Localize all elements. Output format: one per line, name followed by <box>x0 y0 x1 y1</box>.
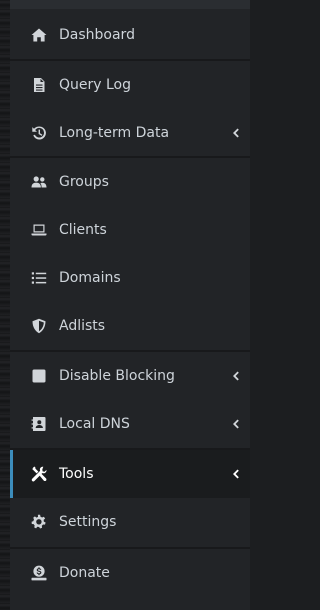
stop-square-icon <box>30 367 48 385</box>
sidebar-item-donate[interactable]: Donate <box>10 549 250 597</box>
sidebar-item-long-term-data[interactable]: Long-term Data <box>10 109 250 157</box>
sidebar-item-local-dns[interactable]: Local DNS <box>10 400 250 448</box>
file-icon <box>30 76 48 94</box>
tools-icon <box>30 465 48 483</box>
sidebar-item-label: Local DNS <box>59 416 130 432</box>
sidebar-item-label: Domains <box>59 270 121 286</box>
sidebar-item-label: Long-term Data <box>59 125 170 141</box>
sidebar-item-clients[interactable]: Clients <box>10 206 250 254</box>
sidebar-item-query-log[interactable]: Query Log <box>10 61 250 109</box>
history-icon <box>30 124 48 142</box>
chevron-left-icon <box>230 128 240 138</box>
active-indicator <box>10 450 13 498</box>
background-texture <box>0 0 10 610</box>
shield-icon <box>30 317 48 335</box>
home-icon <box>30 26 48 44</box>
sidebar-item-disable-blocking[interactable]: Disable Blocking <box>10 352 250 400</box>
sidebar-top-strip <box>10 0 250 9</box>
sidebar-item-dashboard[interactable]: Dashboard <box>10 11 250 59</box>
donate-icon <box>30 564 48 582</box>
sidebar-item-domains[interactable]: Domains <box>10 254 250 302</box>
gear-icon <box>30 513 48 531</box>
list-icon <box>30 269 48 287</box>
sidebar-item-settings[interactable]: Settings <box>10 498 250 546</box>
chevron-left-icon <box>230 371 240 381</box>
laptop-icon <box>30 221 48 239</box>
sidebar-item-adlists[interactable]: Adlists <box>10 302 250 350</box>
sidebar-item-label: Donate <box>59 565 110 581</box>
chevron-left-icon <box>230 469 240 479</box>
sidebar-item-groups[interactable]: Groups <box>10 158 250 206</box>
sidebar-item-label: Groups <box>59 174 109 190</box>
sidebar-item-tools[interactable]: Tools <box>10 450 250 498</box>
sidebar-item-label: Dashboard <box>59 27 135 43</box>
sidebar-item-label: Adlists <box>59 318 106 334</box>
sidebar-item-label: Settings <box>59 514 117 530</box>
sidebar-menu: Dashboard Query Log Long-term Data Group… <box>10 0 250 610</box>
sidebar-item-label: Tools <box>59 466 94 482</box>
page: Dashboard Query Log Long-term Data Group… <box>0 0 250 610</box>
chevron-left-icon <box>230 419 240 429</box>
address-book-icon <box>30 415 48 433</box>
sidebar-item-label: Disable Blocking <box>59 368 175 384</box>
sidebar-item-label: Query Log <box>59 77 132 93</box>
users-icon <box>30 173 48 191</box>
sidebar-item-label: Clients <box>59 222 107 238</box>
